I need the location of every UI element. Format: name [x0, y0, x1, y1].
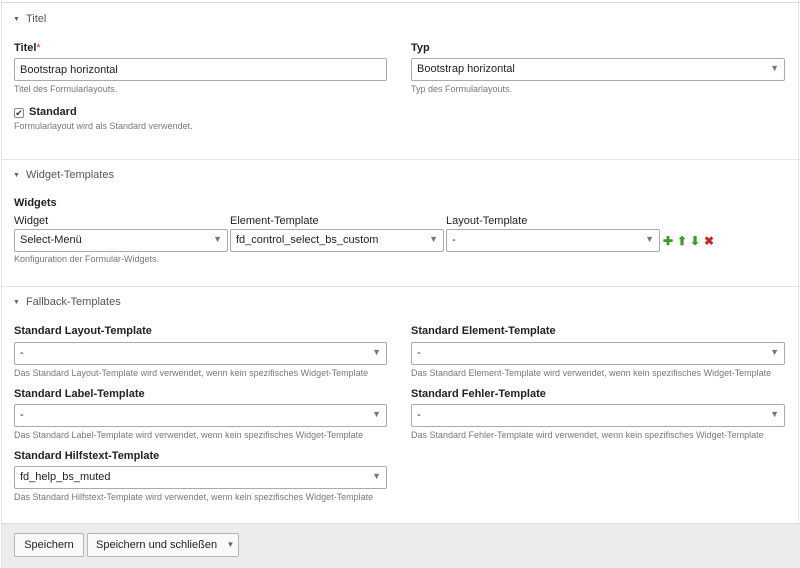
move-up-icon[interactable]: ⬆: [677, 235, 687, 247]
fallback-helptext-select[interactable]: fd_help_bs_muted ▼: [14, 466, 387, 489]
titel-help: Titel des Formularlayouts.: [14, 84, 118, 94]
fallback-helptext-help: Das Standard Hilfstext-Template wird ver…: [14, 492, 374, 502]
element-template-value: fd_control_select_bs_custom: [236, 234, 379, 246]
standard-label: Standard: [29, 106, 77, 118]
standard-checkbox[interactable]: ✔: [14, 108, 24, 118]
collapse-triangle-icon: ▼: [13, 15, 20, 23]
widget-select-value: Select-Menü: [20, 234, 82, 246]
top-divider: [2, 2, 800, 3]
fallback-error-label: Standard Fehler-Template: [411, 388, 546, 400]
titel-label-text: Titel: [14, 42, 37, 54]
chevron-down-icon: ▼: [226, 540, 235, 549]
fallback-helptext-label: Standard Hilfstext-Template: [14, 450, 160, 462]
standard-help: Formularlayout wird als Standard verwend…: [14, 121, 193, 131]
layout-template-select[interactable]: - ▼: [446, 229, 660, 252]
section-divider: [2, 286, 800, 287]
collapse-triangle-icon: ▼: [13, 298, 20, 306]
save-button[interactable]: Speichern: [14, 533, 84, 557]
fallback-helptext-value: fd_help_bs_muted: [20, 471, 111, 483]
widgets-help: Konfiguration der Formular-Widgets.: [14, 254, 160, 264]
titel-label: Titel*: [14, 42, 41, 54]
chevron-down-icon: ▼: [770, 347, 779, 357]
fallback-layout-value: -: [20, 347, 24, 359]
section-title-titel: Titel: [25, 13, 47, 25]
fallback-layout-help: Das Standard Layout-Template wird verwen…: [14, 368, 369, 378]
chevron-down-icon: ▼: [645, 234, 654, 244]
fallback-error-select[interactable]: - ▼: [411, 404, 785, 427]
chevron-down-icon: ▼: [213, 234, 222, 244]
save-options-dropdown[interactable]: ▼: [223, 533, 239, 557]
layout-template-value: -: [452, 234, 456, 246]
element-template-select[interactable]: fd_control_select_bs_custom ▼: [230, 229, 444, 252]
chevron-down-icon: ▼: [372, 471, 381, 481]
section-toggle-fallback[interactable]: ▼ Fallback-Templates: [13, 296, 121, 308]
add-row-icon[interactable]: ✚: [663, 235, 673, 247]
chevron-down-icon: ▼: [372, 347, 381, 357]
form-container: ▼ Titel Titel* Titel des Formularlayouts…: [1, 0, 800, 568]
fallback-label-label: Standard Label-Template: [14, 388, 145, 400]
fallback-layout-select[interactable]: - ▼: [14, 342, 387, 365]
fallback-element-label: Standard Element-Template: [411, 325, 556, 337]
button-bar: Speichern Speichern und schließen ▼: [2, 523, 800, 568]
chevron-down-icon: ▼: [372, 409, 381, 419]
col-header-widget: Widget: [14, 215, 49, 227]
section-toggle-titel[interactable]: ▼ Titel: [13, 13, 46, 25]
fallback-error-value: -: [417, 409, 421, 421]
fallback-layout-label: Standard Layout-Template: [14, 325, 152, 337]
move-down-icon[interactable]: ⬇: [690, 235, 700, 247]
widget-select[interactable]: Select-Menü ▼: [14, 229, 228, 252]
chevron-down-icon: ▼: [770, 63, 779, 73]
typ-label: Typ: [411, 42, 430, 54]
titel-input[interactable]: [14, 58, 387, 81]
typ-help: Typ des Formularlayouts.: [411, 84, 513, 94]
fallback-element-value: -: [417, 347, 421, 359]
required-marker: *: [36, 42, 41, 54]
typ-select-value: Bootstrap horizontal: [417, 63, 515, 75]
col-header-layout: Layout-Template: [446, 215, 528, 227]
col-header-element: Element-Template: [230, 215, 319, 227]
section-toggle-widgets[interactable]: ▼ Widget-Templates: [13, 169, 114, 181]
typ-select[interactable]: Bootstrap horizontal ▼: [411, 58, 785, 81]
widgets-heading: Widgets: [14, 197, 57, 209]
section-title-fallback: Fallback-Templates: [25, 296, 121, 308]
fallback-label-value: -: [20, 409, 24, 421]
fallback-label-select[interactable]: - ▼: [14, 404, 387, 427]
fallback-element-help: Das Standard Element-Template wird verwe…: [411, 368, 772, 378]
section-title-widgets: Widget-Templates: [25, 169, 114, 181]
check-icon: ✔: [15, 108, 23, 118]
fallback-element-select[interactable]: - ▼: [411, 342, 785, 365]
delete-row-icon[interactable]: ✖: [704, 235, 714, 247]
fallback-error-help: Das Standard Fehler-Template wird verwen…: [411, 430, 764, 440]
collapse-triangle-icon: ▼: [13, 171, 20, 179]
chevron-down-icon: ▼: [429, 234, 438, 244]
section-divider: [2, 159, 800, 160]
chevron-down-icon: ▼: [770, 409, 779, 419]
save-close-button[interactable]: Speichern und schließen: [87, 533, 224, 557]
fallback-label-help: Das Standard Label-Template wird verwend…: [14, 430, 364, 440]
